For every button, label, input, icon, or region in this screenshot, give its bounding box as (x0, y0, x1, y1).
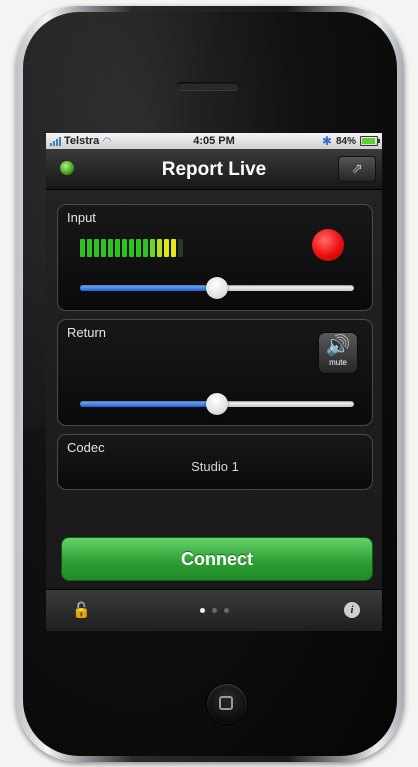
input-volume-slider[interactable] (80, 276, 354, 300)
input-level-meter (80, 239, 183, 257)
return-label: Return (67, 325, 107, 340)
meter-segment (143, 239, 148, 257)
meter-segment (94, 239, 99, 257)
slider-fill (80, 285, 217, 291)
meter-segment (87, 239, 92, 257)
earpiece-speaker (177, 82, 239, 90)
codec-selector[interactable]: Codec Studio 1 (57, 434, 373, 490)
meter-segment (157, 239, 162, 257)
meter-segment (115, 239, 120, 257)
share-icon: ⇗ (351, 160, 363, 176)
input-panel: Input (57, 204, 373, 311)
meter-segment (171, 239, 176, 257)
battery-percent: 84% (335, 135, 356, 147)
meter-segment (108, 239, 113, 257)
battery-icon (360, 136, 380, 146)
bluetooth-icon: ✱ (321, 134, 332, 148)
codec-value: Studio 1 (191, 459, 239, 474)
meter-segment (129, 239, 134, 257)
meter-segment (178, 239, 183, 257)
speaker-mute-icon: 🔊 (325, 335, 351, 357)
meter-segment (150, 239, 155, 257)
info-icon[interactable]: i (344, 602, 360, 618)
page-indicator[interactable] (46, 608, 382, 613)
mute-label: mute (329, 358, 347, 367)
nav-bar: Report Live ⇗ (46, 149, 382, 190)
return-panel: Return 🔊 mute (57, 319, 373, 426)
connect-button[interactable]: Connect (61, 537, 373, 581)
home-square-icon (219, 696, 233, 710)
app-screen: Telstra ◠ 4:05 PM ✱ 84% Report Live ⇗ In… (46, 133, 382, 631)
meter-segment (136, 239, 141, 257)
page-title: Report Live (161, 159, 267, 180)
meter-segment (164, 239, 169, 257)
page-dot[interactable] (223, 608, 229, 613)
bottom-toolbar: 🔓 i (46, 589, 382, 631)
status-bar: Telstra ◠ 4:05 PM ✱ 84% (46, 133, 382, 149)
meter-segment (80, 239, 85, 257)
page-dot[interactable] (199, 608, 205, 613)
page-dot[interactable] (211, 608, 217, 613)
mute-button[interactable]: 🔊 mute (318, 332, 358, 374)
codec-label: Codec (67, 440, 105, 455)
slider-thumb[interactable] (206, 393, 228, 415)
meter-segment (101, 239, 106, 257)
record-button[interactable] (312, 229, 344, 261)
main-content: Input Return 🔊 mute Codec Studio 1 Conne… (46, 190, 382, 590)
slider-thumb[interactable] (206, 277, 228, 299)
home-button[interactable] (207, 684, 247, 724)
return-volume-slider[interactable] (80, 392, 354, 416)
share-button[interactable]: ⇗ (338, 156, 376, 182)
slider-fill (80, 401, 217, 407)
meter-segment (122, 239, 127, 257)
input-label: Input (67, 210, 96, 225)
